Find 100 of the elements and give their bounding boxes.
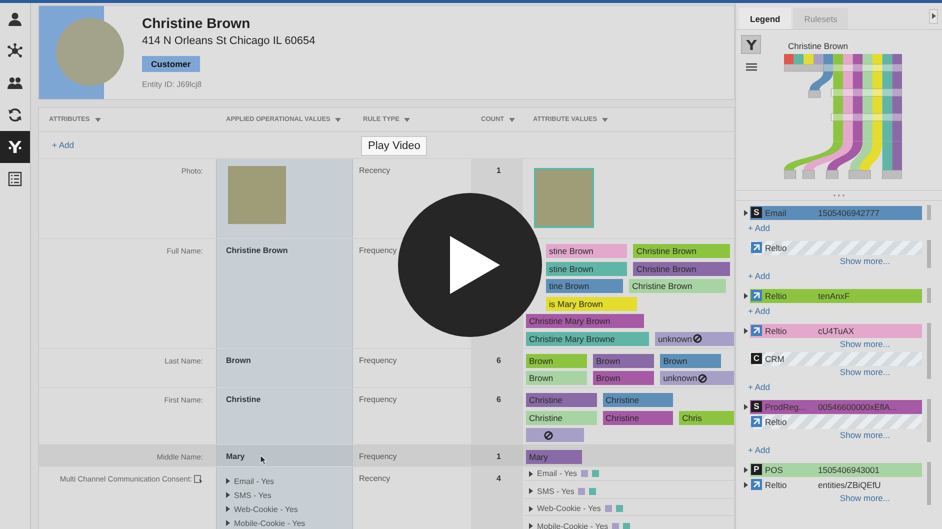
- expand-arrow-icon[interactable]: [226, 492, 230, 498]
- photo-placeholder: [228, 166, 286, 224]
- show-more-link[interactable]: Show more...: [840, 255, 890, 268]
- expand-arrow-icon[interactable]: [529, 488, 533, 494]
- value-tag[interactable]: Christine Mary Brown: [526, 314, 644, 328]
- scrollbar[interactable]: [927, 240, 931, 268]
- expand-arrow-icon[interactable]: [226, 506, 230, 512]
- source-record[interactable]: Reltio: [750, 240, 922, 254]
- consent-item: Web-Cookie - Yes: [234, 504, 298, 514]
- value-tag[interactable]: stine Brown: [546, 262, 628, 276]
- tooltip: Play Video: [361, 136, 428, 156]
- rule-type: Frequency: [359, 452, 397, 461]
- value-tag[interactable]: Christine: [526, 410, 597, 424]
- scrollbar[interactable]: [927, 323, 931, 379]
- caret-icon[interactable]: [335, 118, 342, 122]
- applied-value-cell: Mary: [216, 445, 353, 466]
- count-cell: 6: [471, 348, 523, 387]
- network-icon: [7, 43, 23, 59]
- value-tag[interactable]: unknown: [654, 332, 734, 346]
- expand-arrow-icon[interactable]: [744, 292, 748, 298]
- sidebar-button[interactable]: [0, 131, 30, 163]
- source-record[interactable]: C CRM: [750, 352, 922, 366]
- value-tag[interactable]: Brown: [593, 371, 654, 385]
- add-link[interactable]: + Add: [748, 304, 770, 318]
- source-record[interactable]: S ProdReg... 00546600000xEflA...: [750, 400, 922, 414]
- source-icon: [751, 479, 762, 490]
- scrollbar[interactable]: [927, 399, 931, 442]
- caret-icon[interactable]: [602, 118, 608, 122]
- source-record[interactable]: S Email 1505406942777: [750, 206, 922, 220]
- expand-arrow-icon[interactable]: [529, 506, 533, 512]
- value-tag[interactable]: Brown: [660, 354, 722, 368]
- source-icon: [751, 242, 762, 253]
- scrollbar[interactable]: [927, 462, 931, 505]
- value-tag[interactable]: Christine: [602, 410, 674, 424]
- value-tag[interactable]: [526, 428, 584, 442]
- source-record[interactable]: P POS 1505406943001: [750, 462, 922, 476]
- add-link[interactable]: + Add: [748, 380, 770, 394]
- source-icon: [751, 290, 762, 301]
- show-more-link[interactable]: Show more...: [840, 366, 890, 379]
- document-icon[interactable]: [194, 474, 203, 484]
- filter-icon: [746, 40, 756, 50]
- value-tag[interactable]: stine Brown: [546, 244, 628, 258]
- expand-arrow-icon[interactable]: [226, 520, 230, 526]
- expand-arrow-icon[interactable]: [744, 328, 748, 334]
- value-tag[interactable]: Brown: [526, 354, 588, 368]
- source-icon: [751, 416, 762, 427]
- source-record[interactable]: Reltio cU4TuAX: [750, 324, 922, 338]
- value-tag[interactable]: Christine Brown: [633, 262, 730, 276]
- customer-badge: Customer: [142, 56, 200, 72]
- add-link[interactable]: + Add: [748, 221, 770, 235]
- value-tag[interactable]: Christine Mary Browne: [526, 332, 649, 346]
- value-tag[interactable]: Christine: [602, 393, 674, 407]
- rule-type: Recency: [359, 166, 390, 175]
- expand-arrow-icon[interactable]: [529, 470, 533, 476]
- profile-address: 414 N Orleans St Chicago IL 60654: [142, 35, 316, 47]
- caret-icon[interactable]: [509, 118, 516, 122]
- expand-arrow-icon[interactable]: [744, 482, 748, 488]
- scrollbar[interactable]: [927, 288, 931, 303]
- expand-arrow-icon[interactable]: [529, 523, 533, 529]
- source-record[interactable]: Reltio entities/ZBiQEfU: [750, 478, 922, 492]
- profile-name: Christine Brown: [142, 15, 250, 32]
- show-more-link[interactable]: Show more...: [840, 492, 890, 505]
- chart-title: Christine Brown: [788, 41, 849, 51]
- view-toggle-button[interactable]: [741, 35, 761, 54]
- expand-arrow-icon[interactable]: [226, 478, 230, 484]
- refresh-icon: [7, 107, 23, 123]
- value-tag[interactable]: Christine Brown: [629, 279, 726, 293]
- source-value: tenAnxF: [818, 290, 850, 300]
- scrollbar[interactable]: [927, 205, 931, 220]
- value-tag[interactable]: Brown: [593, 354, 654, 368]
- expand-panel-button[interactable]: [929, 8, 938, 24]
- source-record[interactable]: Reltio tenAnxF: [750, 288, 922, 302]
- count-cell: 1: [471, 445, 523, 466]
- expand-arrow-icon[interactable]: [744, 466, 748, 472]
- add-link[interactable]: + Add: [52, 140, 74, 150]
- value-tag[interactable]: Christine Brown: [633, 244, 730, 258]
- value-tag[interactable]: Mary: [526, 450, 582, 464]
- mouse-cursor-icon: [260, 455, 267, 465]
- caret-icon[interactable]: [94, 118, 101, 122]
- value-tag[interactable]: Chris: [679, 410, 734, 424]
- source-name: Reltio: [765, 242, 788, 252]
- value-tag[interactable]: is Mary Brown: [546, 296, 637, 310]
- caret-icon[interactable]: [404, 118, 410, 122]
- value-tag[interactable]: tine Brown: [546, 279, 624, 293]
- show-more-link[interactable]: Show more...: [840, 338, 890, 351]
- panel-tab[interactable]: Rulesets: [793, 8, 848, 29]
- source-record[interactable]: Reltio: [750, 414, 922, 428]
- add-link[interactable]: + Add: [748, 443, 770, 457]
- expand-arrow-icon[interactable]: [744, 404, 748, 410]
- value-tag[interactable]: Christine: [526, 393, 597, 407]
- add-link[interactable]: + Add: [748, 269, 770, 283]
- consent-value: SMS - Yes: [537, 486, 574, 496]
- panel-tab[interactable]: Legend: [739, 8, 792, 29]
- consent-item: SMS - Yes: [234, 490, 272, 500]
- value-tag[interactable]: Brown: [526, 371, 588, 385]
- resize-handle-icon[interactable]: [833, 194, 845, 197]
- value-tag[interactable]: unknown: [660, 371, 734, 385]
- source-name: Reltio: [765, 480, 788, 490]
- show-more-link[interactable]: Show more...: [840, 429, 890, 442]
- expand-arrow-icon[interactable]: [744, 210, 748, 216]
